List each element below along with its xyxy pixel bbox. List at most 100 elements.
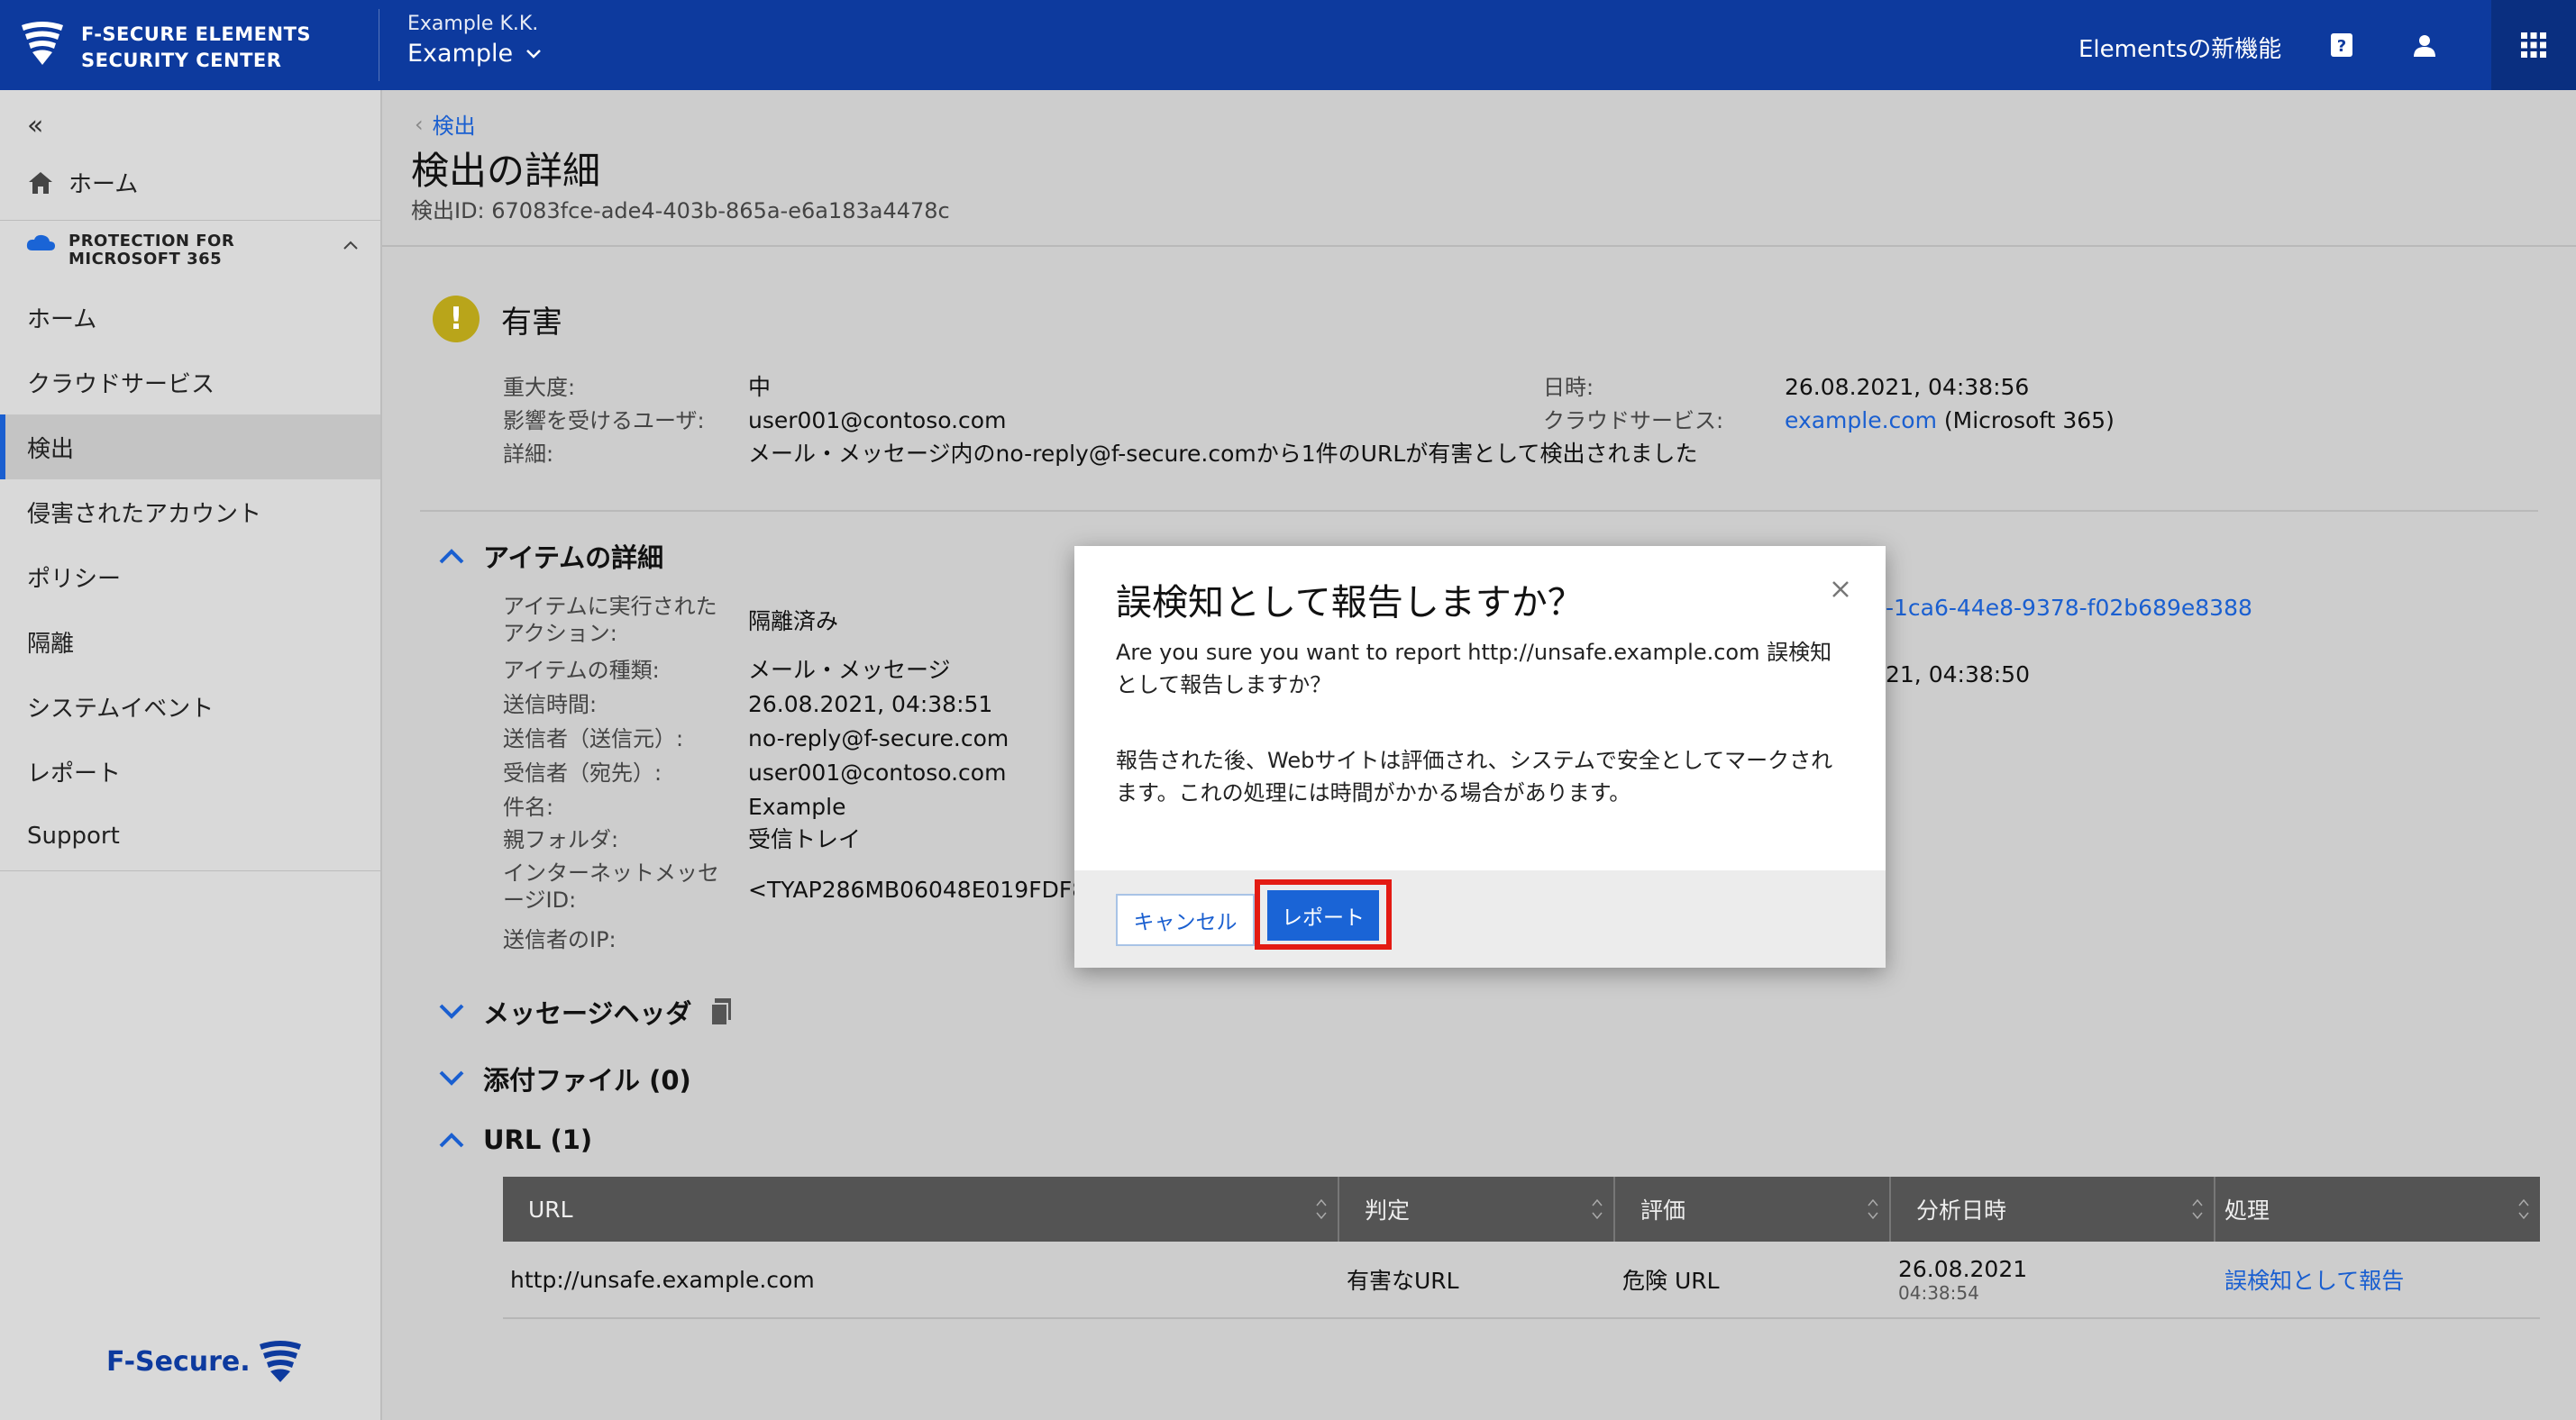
- sidebar-item-label: 隔離: [27, 630, 75, 658]
- item-details-heading: アイテムの詳細: [483, 542, 664, 573]
- sidebar-item-reports[interactable]: レポート: [0, 739, 380, 804]
- header-divider: [382, 245, 2576, 247]
- message-id-label-line-2: ージID:: [503, 888, 577, 913]
- whats-new-link[interactable]: Elementsの新機能: [2078, 31, 2281, 64]
- sidebar-item-cloud-services[interactable]: クラウドサービス: [0, 350, 380, 414]
- cloud-service-value: example.com (Microsoft 365): [1785, 407, 2115, 434]
- cloud-service-link[interactable]: example.com: [1785, 407, 1937, 433]
- f-secure-footer-logo: F-Secure.: [106, 1339, 305, 1384]
- item-type-value: メール・メッセージ: [748, 657, 951, 683]
- cell-verdict: 有害なURL: [1347, 1268, 1459, 1294]
- report-button[interactable]: レポート: [1267, 890, 1379, 941]
- action-label: アイテムに実行された アクション:: [503, 593, 717, 647]
- sidebar-home-label: ホーム: [69, 171, 139, 198]
- breadcrumb[interactable]: ‹ 検出: [415, 108, 476, 140]
- sidebar-item-label: Support: [27, 823, 120, 850]
- sidebar-item-home[interactable]: ホーム: [0, 285, 380, 350]
- sort-icon: [2518, 1198, 2529, 1220]
- sidebar-item-label: 検出: [27, 435, 75, 463]
- column-header-url[interactable]: URL: [503, 1177, 1339, 1242]
- close-icon[interactable]: [1828, 577, 1853, 602]
- sidebar: « ホーム PROTECTION FOR MICROSOFT 365 ホーム ク…: [0, 90, 382, 1420]
- sidebar-item-support[interactable]: Support: [0, 804, 380, 869]
- item-id-link-partial[interactable]: -1ca6-44e8-9378-f02b689e8388: [1886, 595, 2252, 622]
- sidebar-item-detections[interactable]: 検出: [0, 414, 380, 479]
- message-id-value: <TYAP286MB06048E019FDF8: [748, 877, 1087, 903]
- column-header-action[interactable]: 処理: [2215, 1177, 2540, 1242]
- sidebar-section-title: PROTECTION FOR MICROSOFT 365: [69, 232, 235, 269]
- sidebar-section-m365[interactable]: PROTECTION FOR MICROSOFT 365: [25, 232, 359, 269]
- url-table: URL 判定 評価 分析日時 処理 http://unsafe.example.…: [503, 1177, 2540, 1319]
- cell-analysis-date: 26.08.2021 04:38:54: [1891, 1242, 2215, 1317]
- chevron-up-icon: [439, 1133, 464, 1148]
- sidebar-home-link[interactable]: ホーム: [27, 166, 138, 199]
- detection-id: 検出ID: 67083fce-ade4-403b-865a-e6a183a447…: [411, 198, 950, 223]
- f-secure-logo-icon: [22, 22, 63, 65]
- affected-user-label: 影響を受けるユーザ:: [503, 408, 705, 433]
- message-header-toggle[interactable]: メッセージヘッダ: [438, 993, 733, 1031]
- collapse-sidebar-button[interactable]: «: [27, 110, 43, 141]
- home-icon: [29, 171, 52, 194]
- sender-value: no-reply@f-secure.com: [748, 725, 1009, 751]
- attachments-toggle[interactable]: 添付ファイル (0): [438, 1060, 691, 1097]
- attachments-heading: 添付ファイル (0): [483, 1065, 691, 1096]
- dialog-footer: キャンセル レポート: [1074, 870, 1886, 968]
- url-section-toggle[interactable]: URL (1): [438, 1124, 592, 1155]
- sidebar-item-compromised-accounts[interactable]: 侵害されたアカウント: [0, 479, 380, 544]
- column-header-rating[interactable]: 評価: [1615, 1177, 1891, 1242]
- sender-label: 送信者（送信元）:: [503, 726, 684, 751]
- action-label-line-2: アクション:: [503, 621, 617, 646]
- sidebar-divider: [0, 220, 380, 221]
- brand-line-2: SECURITY CENTER: [81, 50, 282, 71]
- sort-icon: [1592, 1198, 1603, 1220]
- analysis-time: 04:38:54: [1898, 1281, 1979, 1304]
- cell-rating: 危険 URL: [1622, 1268, 1720, 1294]
- copy-icon[interactable]: [709, 997, 733, 1027]
- warning-icon: !: [433, 296, 480, 342]
- cloud-icon: [26, 234, 55, 250]
- dialog-message: Are you sure you want to report http://u…: [1116, 640, 1832, 697]
- table-row: http://unsafe.example.com 有害なURL 危険 URL …: [503, 1242, 2540, 1319]
- org-selector-label: Example: [407, 40, 514, 68]
- sort-icon: [1316, 1198, 1327, 1220]
- report-false-positive-link[interactable]: 誤検知として報告: [2215, 1242, 2540, 1317]
- action-value: 隔離済み: [748, 608, 839, 634]
- sent-time-value: 26.08.2021, 04:38:51: [748, 691, 993, 717]
- f-secure-shield-icon: [259, 1341, 301, 1382]
- item-details-toggle[interactable]: アイテムの詳細: [438, 537, 663, 575]
- sender-ip-label: 送信者のIP:: [503, 927, 617, 952]
- sidebar-item-label: レポート: [27, 760, 122, 787]
- column-header-analysis-date[interactable]: 分析日時: [1891, 1177, 2215, 1242]
- datetime-label: 日時:: [1543, 375, 1594, 400]
- svg-text:?: ?: [2337, 37, 2346, 56]
- column-header-label: 処理: [2224, 1197, 2270, 1224]
- column-header-label: 評価: [1640, 1197, 1686, 1224]
- apps-grid-button[interactable]: [2491, 0, 2576, 90]
- action-label-line-1: アイテムに実行された: [503, 594, 717, 619]
- org-selector[interactable]: Example: [407, 40, 542, 68]
- sidebar-item-system-events[interactable]: システムイベント: [0, 674, 380, 739]
- analysis-date: 26.08.2021: [1898, 1255, 2028, 1282]
- user-icon[interactable]: [2407, 27, 2443, 63]
- help-icon[interactable]: ?: [2324, 27, 2360, 63]
- column-header-label: URL: [528, 1196, 573, 1223]
- sidebar-item-policies[interactable]: ポリシー: [0, 544, 380, 609]
- column-header-verdict[interactable]: 判定: [1339, 1177, 1615, 1242]
- brand-line-1: F-SECURE ELEMENTS: [81, 23, 312, 45]
- top-bar: F-SECURE ELEMENTS SECURITY CENTER Exampl…: [0, 0, 2576, 90]
- cancel-button[interactable]: キャンセル: [1116, 894, 1255, 946]
- parent-folder-label: 親フォルダ:: [503, 827, 619, 852]
- cloud-service-label: クラウドサービス:: [1543, 408, 1724, 433]
- parent-folder-value: 受信トレイ: [748, 826, 862, 852]
- chevron-down-icon: [439, 1004, 464, 1019]
- subject-value: Example: [748, 794, 846, 820]
- breadcrumb-detections[interactable]: 検出: [433, 108, 476, 140]
- sort-icon: [1868, 1198, 1878, 1220]
- sort-icon: [2192, 1198, 2203, 1220]
- chevron-up-icon: [439, 549, 464, 564]
- chevron-left-icon: ‹: [415, 111, 424, 137]
- cell-url: http://unsafe.example.com: [510, 1266, 815, 1293]
- cloud-service-suffix: (Microsoft 365): [1936, 407, 2115, 433]
- sidebar-item-quarantine[interactable]: 隔離: [0, 609, 380, 674]
- status-title: 有害: [501, 305, 562, 341]
